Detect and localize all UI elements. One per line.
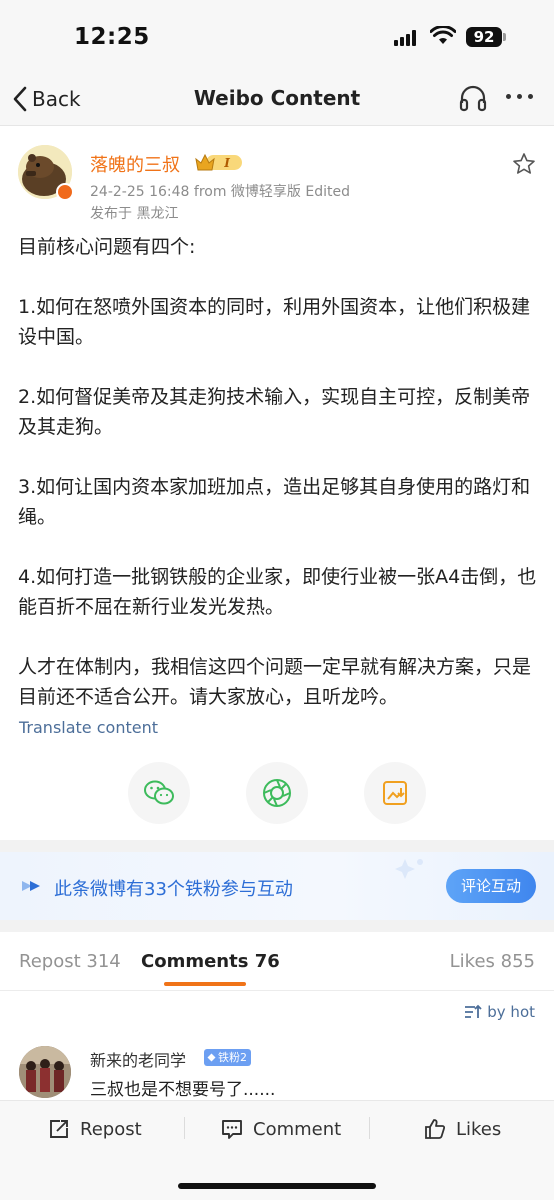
fans-banner: 此条微博有33个铁粉参与互动 评论互动	[0, 852, 554, 920]
nav-bar: Back Weibo Content	[0, 72, 554, 126]
battery-tip	[503, 33, 506, 41]
author-name[interactable]: 落魄的三叔	[90, 151, 180, 177]
battery-indicator: 92	[466, 27, 502, 47]
tab-divider	[0, 990, 554, 991]
back-button[interactable]: Back	[12, 82, 81, 116]
thumbs-up-icon	[425, 1119, 446, 1139]
status-bar: 12:25 92	[0, 0, 554, 72]
repost-icon	[50, 1120, 68, 1138]
section-divider	[0, 840, 554, 852]
decorative-sparkle-icon	[395, 859, 423, 879]
headphones-icon[interactable]	[458, 84, 488, 112]
clock: 12:25	[74, 24, 150, 50]
more-options-icon[interactable]	[506, 94, 533, 99]
translate-link[interactable]: Translate content	[19, 718, 158, 737]
commenter-name[interactable]: 新来的老同学	[90, 1047, 186, 1071]
level-badge-text: I	[223, 156, 230, 170]
favorite-star-icon[interactable]	[512, 152, 536, 176]
repost-button[interactable]: Repost	[48, 1115, 142, 1143]
save-image-button[interactable]	[364, 762, 426, 824]
repost-label: Repost	[80, 1118, 142, 1140]
comment-text: 三叔也是不想要号了......	[90, 1080, 276, 1100]
fans-banner-text: 此条微博有33个铁粉参与互动	[54, 879, 293, 900]
post-paragraph: 目前核心问题有四个:	[18, 236, 196, 258]
fan-badge-label: 铁粉2	[218, 1051, 247, 1064]
cellular-signal-icon	[394, 30, 420, 46]
wifi-icon	[430, 26, 456, 44]
play-arrow-icon	[22, 881, 40, 891]
group-photo-avatar-image	[19, 1046, 71, 1098]
tab-repost[interactable]: Repost 314	[19, 951, 121, 972]
sort-by-hot-button[interactable]: by hot	[464, 1003, 535, 1021]
sort-label: by hot	[487, 1003, 535, 1021]
home-indicator	[178, 1183, 376, 1189]
post-body: 目前核心问题有四个: 1.如何在怒喷外国资本的同时，利用外国资本，让他们积极建设…	[18, 232, 538, 712]
comment-button[interactable]: Comment	[221, 1115, 341, 1143]
post-paragraph: 2.如何督促美帝及其走狗技术输入，实现自主可控，反制美帝及其走狗。	[18, 386, 531, 438]
commenter-avatar[interactable]	[19, 1046, 71, 1098]
tab-likes[interactable]: Likes 855	[450, 951, 535, 972]
fan-level-badge: 铁粉2	[204, 1049, 251, 1066]
moments-icon	[263, 779, 291, 807]
back-label: Back	[32, 87, 81, 111]
likes-button[interactable]: Likes	[424, 1115, 501, 1143]
post-paragraph: 3.如何让国内资本家加班加点，造出足够其自身使用的路灯和绳。	[18, 476, 531, 528]
wechat-icon	[144, 780, 174, 805]
verified-badge-icon	[56, 183, 74, 201]
section-divider	[0, 920, 554, 932]
vip-crown-badge-icon[interactable]: I	[194, 151, 244, 173]
likes-label: Likes	[456, 1118, 502, 1140]
bottom-separator	[184, 1117, 185, 1139]
comment-interact-button[interactable]: 评论互动	[446, 869, 536, 903]
chevron-left-icon	[13, 86, 27, 112]
post-meta: 24-2-25 16:48 from 微博轻享版 Edited	[90, 184, 350, 200]
post-paragraph: 人才在体制内，我相信这四个问题一定早就有解决方案，只是目前还不适合公开。请大家放…	[18, 656, 532, 708]
sort-icon	[465, 1004, 482, 1018]
post-paragraph: 4.如何打造一批钢铁般的企业家，即使行业被一张A4击倒，也能百折不屈在新行业发光…	[18, 566, 537, 618]
share-moments-button[interactable]	[246, 762, 308, 824]
share-wechat-button[interactable]	[128, 762, 190, 824]
tab-comments[interactable]: Comments 76	[141, 951, 280, 972]
post-location: 发布于 黑龙江	[90, 206, 179, 222]
save-image-icon	[383, 781, 407, 805]
comment-label: Comment	[253, 1118, 342, 1140]
post-paragraph: 1.如何在怒喷外国资本的同时，利用外国资本，让他们积极建设中国。	[18, 296, 531, 348]
diamond-icon	[207, 1053, 216, 1062]
active-tab-indicator	[164, 982, 246, 986]
comment-icon	[222, 1120, 242, 1139]
bottom-separator	[369, 1117, 370, 1139]
bottom-action-bar: Repost Comment Likes	[0, 1100, 554, 1200]
